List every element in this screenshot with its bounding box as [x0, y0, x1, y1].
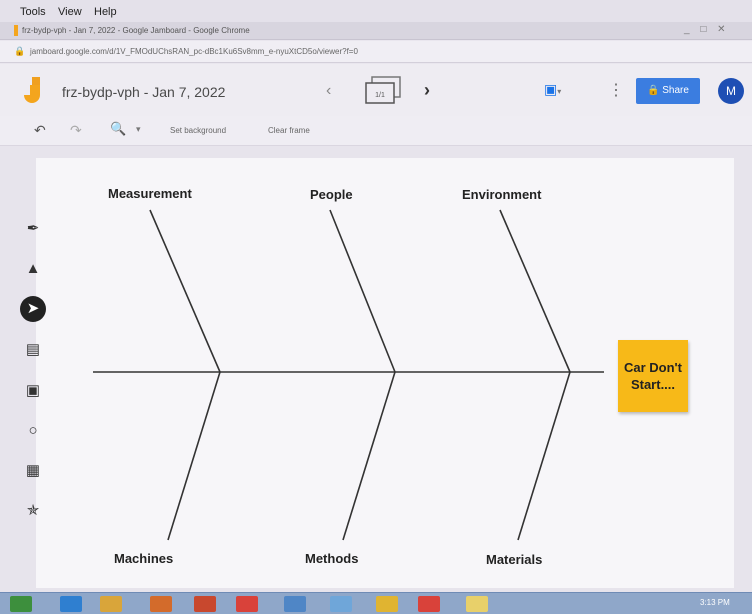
chrome-window-icon[interactable]	[418, 596, 440, 612]
bone-materials	[517, 371, 571, 541]
select-icon[interactable]: ➤	[20, 296, 46, 322]
label-materials[interactable]: Materials	[486, 552, 542, 567]
label-environment[interactable]: Environment	[462, 187, 541, 202]
bone-methods	[342, 371, 396, 541]
office-icon[interactable]	[194, 596, 216, 612]
text-box-icon[interactable]: ▦	[20, 458, 46, 484]
fishbone-diagram	[93, 209, 604, 541]
ie-icon[interactable]	[60, 596, 82, 612]
label-methods[interactable]: Methods	[305, 551, 358, 566]
start-icon[interactable]	[10, 596, 32, 612]
notes-icon[interactable]	[466, 596, 488, 612]
media-icon[interactable]	[150, 596, 172, 612]
image-icon[interactable]: ▣	[20, 378, 46, 404]
pen-icon[interactable]: ✒	[20, 216, 46, 242]
bone-measurement	[149, 209, 221, 373]
sticky-note-icon[interactable]: ▤	[20, 337, 46, 363]
effect-text: Car Don't Start....	[624, 360, 682, 392]
bone-people	[329, 209, 396, 373]
folder-icon[interactable]	[376, 596, 398, 612]
chrome-icon[interactable]	[236, 596, 258, 612]
label-machines[interactable]: Machines	[114, 551, 173, 566]
bone-environment	[499, 209, 571, 373]
bone-machines	[167, 371, 221, 541]
monitor-icon[interactable]	[284, 596, 306, 612]
label-people[interactable]: People	[310, 187, 353, 202]
laser-icon[interactable]: ✯	[20, 498, 46, 524]
label-measurement[interactable]: Measurement	[108, 186, 192, 201]
paint-icon[interactable]	[330, 596, 352, 612]
sticky-note-effect[interactable]: Car Don't Start....	[618, 340, 688, 412]
system-clock[interactable]: 3:13 PM	[700, 598, 730, 607]
eraser-icon[interactable]: ▲	[20, 256, 46, 282]
explorer-icon[interactable]	[100, 596, 122, 612]
circle-icon[interactable]: ○	[20, 418, 46, 444]
